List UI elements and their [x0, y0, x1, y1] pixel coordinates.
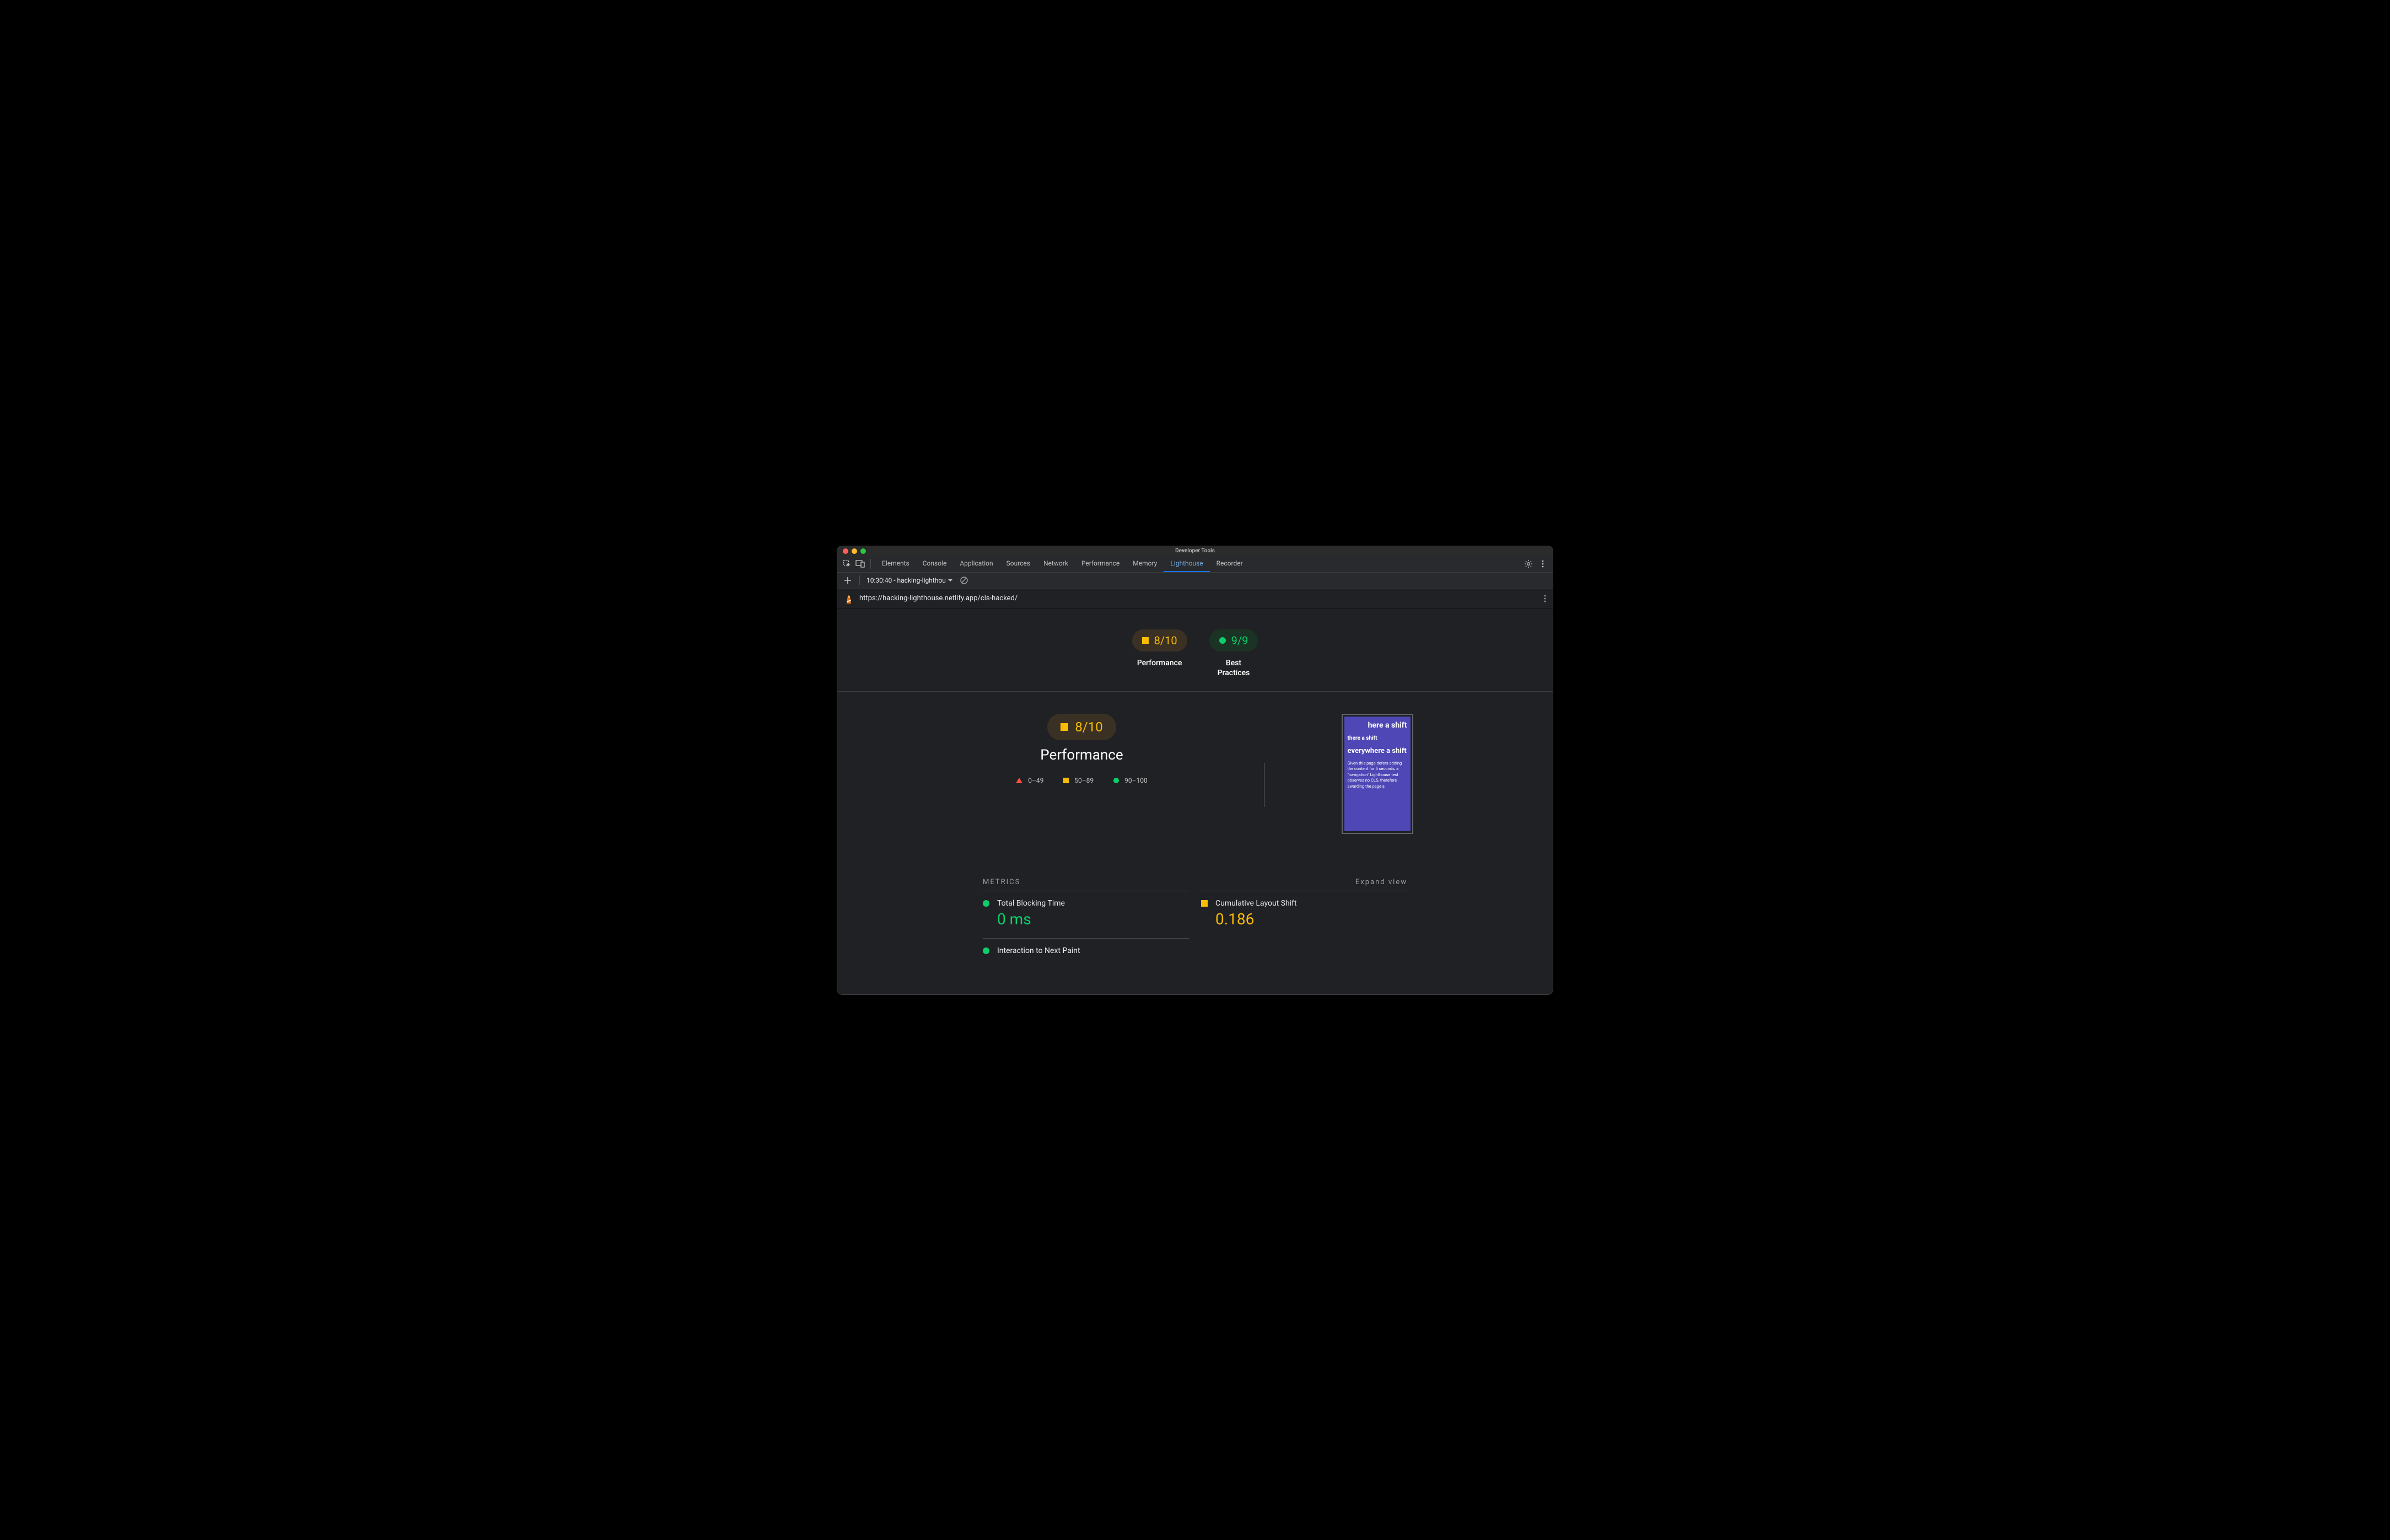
minimize-window-button[interactable]: [852, 548, 857, 554]
devtools-window: Developer Tools Elements Console Applica…: [837, 546, 1553, 995]
score-pill: 9/9: [1209, 629, 1258, 651]
report-menu-icon[interactable]: [1544, 595, 1546, 602]
category-score-pill: 8/10: [1047, 714, 1116, 740]
expand-view-toggle[interactable]: Expand view: [1355, 878, 1407, 886]
legend-fail: 0–49: [1016, 777, 1043, 784]
triangle-icon: [1016, 778, 1022, 783]
page-screenshot-thumbnail[interactable]: here a shift there a shift everywhere a …: [1342, 714, 1413, 834]
report-body: 8/10 Performance 0–49 50–89: [837, 692, 1553, 994]
square-icon: [1063, 778, 1069, 783]
metric-value: 0 ms: [997, 910, 1189, 928]
toolbar-separator: [870, 559, 871, 569]
legend-range: 0–49: [1028, 777, 1043, 784]
close-window-button[interactable]: [843, 548, 848, 554]
tab-application[interactable]: Application: [953, 556, 999, 572]
tab-elements[interactable]: Elements: [875, 556, 916, 572]
score-summary-performance[interactable]: 8/10 Performance: [1132, 629, 1187, 668]
metric-name: Total Blocking Time: [997, 899, 1065, 908]
legend-range: 50–89: [1074, 777, 1094, 784]
circle-icon: [1113, 778, 1119, 783]
score-status-icon: [1142, 637, 1149, 644]
metric-status-icon: [983, 947, 989, 954]
score-label: Performance: [1137, 658, 1182, 668]
score-summary-row: 8/10 Performance 9/9 BestPractices: [837, 609, 1553, 692]
legend-pass: 90–100: [1113, 777, 1148, 784]
chevron-down-icon: [948, 579, 952, 582]
metrics-header: METRICS Expand view: [983, 878, 1407, 891]
metrics-section: METRICS Expand view Total Blocking Time …: [983, 878, 1407, 965]
toolbar-separator: [859, 575, 860, 585]
metric-value: 0.186: [1215, 910, 1407, 928]
settings-gear-icon[interactable]: [1523, 558, 1534, 569]
score-value: 8/10: [1154, 634, 1177, 647]
tab-lighthouse[interactable]: Lighthouse: [1164, 556, 1209, 572]
panel-tabs: Elements Console Application Sources Net…: [875, 556, 1250, 572]
inspect-element-icon[interactable]: [842, 558, 853, 569]
tab-memory[interactable]: Memory: [1126, 556, 1164, 572]
lighthouse-toolbar: 10:30:40 - hacking-lighthou: [837, 573, 1553, 589]
lighthouse-logo-icon: [844, 594, 854, 604]
category-detail-row: 8/10 Performance 0–49 50–89: [837, 714, 1553, 834]
more-vertical-icon[interactable]: [1537, 558, 1548, 569]
window-title: Developer Tools: [1175, 548, 1215, 554]
metrics-heading: METRICS: [983, 878, 1020, 886]
maximize-window-button[interactable]: [860, 548, 866, 554]
device-toggle-icon[interactable]: [855, 558, 866, 569]
score-summary-best-practices[interactable]: 9/9 BestPractices: [1209, 629, 1258, 678]
tab-performance[interactable]: Performance: [1075, 556, 1126, 572]
metric-status-icon: [983, 900, 989, 907]
category-score-value: 8/10: [1075, 719, 1102, 735]
report-url-bar: https://hacking-lighthouse.netlify.app/c…: [837, 589, 1553, 609]
tab-sources[interactable]: Sources: [1000, 556, 1037, 572]
new-report-button[interactable]: [843, 575, 853, 585]
clear-report-button[interactable]: [959, 575, 969, 585]
traffic-lights: [837, 548, 866, 554]
tab-recorder[interactable]: Recorder: [1210, 556, 1250, 572]
tab-network[interactable]: Network: [1037, 556, 1075, 572]
score-label: BestPractices: [1218, 658, 1250, 678]
category-gauge-block: 8/10 Performance 0–49 50–89: [977, 714, 1187, 784]
screenshot-subheading: there a shift: [1348, 735, 1407, 741]
score-value: 9/9: [1231, 634, 1248, 647]
report-content: 8/10 Performance 9/9 BestPractices: [837, 609, 1553, 994]
metric-status-icon: [1201, 900, 1208, 907]
screenshot-heading-1: here a shift: [1348, 721, 1407, 730]
window-titlebar: Developer Tools: [837, 546, 1553, 556]
legend-average: 50–89: [1063, 777, 1094, 784]
toolbar-right: [1523, 558, 1548, 569]
main-toolbar: Elements Console Application Sources Net…: [837, 556, 1553, 573]
score-legend: 0–49 50–89 90–100: [1016, 777, 1148, 784]
metric-tbt[interactable]: Total Blocking Time 0 ms: [983, 891, 1189, 938]
metric-cls[interactable]: Cumulative Layout Shift 0.186: [1201, 891, 1407, 938]
report-selector[interactable]: 10:30:40 - hacking-lighthou: [866, 577, 952, 584]
screenshot-paragraph: Given this page defers adding the conten…: [1348, 761, 1407, 790]
report-selector-label: 10:30:40 - hacking-lighthou: [866, 577, 946, 584]
category-title: Performance: [1040, 747, 1123, 763]
score-status-icon: [1219, 637, 1226, 644]
screenshot-content: here a shift there a shift everywhere a …: [1344, 717, 1411, 831]
score-status-icon: [1061, 723, 1068, 731]
metric-name: Interaction to Next Paint: [997, 946, 1080, 955]
metric-inp[interactable]: Interaction to Next Paint: [983, 938, 1189, 965]
score-pill: 8/10: [1132, 629, 1187, 651]
screenshot-heading-2: everywhere a shift shift: [1348, 747, 1407, 755]
legend-range: 90–100: [1124, 777, 1148, 784]
metrics-grid: Total Blocking Time 0 ms Cumulative Layo…: [983, 891, 1407, 965]
metric-name: Cumulative Layout Shift: [1215, 899, 1297, 908]
tab-console[interactable]: Console: [916, 556, 954, 572]
report-url: https://hacking-lighthouse.netlify.app/c…: [859, 594, 1018, 602]
